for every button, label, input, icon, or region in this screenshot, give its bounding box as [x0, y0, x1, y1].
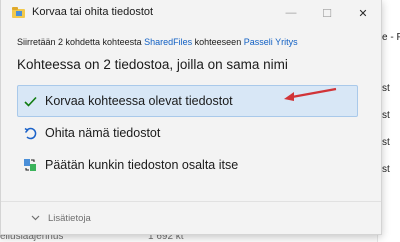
more-details-toggle[interactable]: Lisätietoja — [31, 213, 91, 224]
replace-or-skip-dialog: Korvaa tai ohita tiedostot — ☐ ✕ Siirret… — [0, 0, 382, 235]
source-folder-link[interactable]: SharedFiles — [144, 37, 192, 47]
maximize-button[interactable]: ☐ — [309, 0, 345, 26]
replace-files-label: Korvaa kohteessa olevat tiedostot — [45, 94, 233, 108]
move-summary-prefix: Siirretään 2 kohdetta kohteesta — [17, 37, 142, 47]
maximize-icon: ☐ — [322, 7, 332, 20]
skip-files-label: Ohita nämä tiedostot — [45, 126, 161, 140]
move-summary: Siirretään 2 kohdetta kohteesta SharedFi… — [17, 37, 298, 47]
close-icon: ✕ — [358, 7, 368, 20]
skip-files-option[interactable]: Ohita nämä tiedostot — [17, 117, 358, 149]
chevron-down-icon — [31, 213, 40, 224]
right-edge-text: st — [382, 83, 390, 94]
right-edge-text: st — [382, 164, 390, 175]
compare-files-icon — [23, 158, 37, 172]
folder-copy-icon — [12, 7, 25, 18]
dialog-title: Korvaa tai ohita tiedostot — [32, 6, 154, 18]
minimize-icon: — — [285, 7, 297, 19]
right-edge-text: st — [382, 137, 390, 148]
decide-each-label: Päätän kunkin tiedoston osalta itse — [45, 158, 239, 172]
decide-each-option[interactable]: Päätän kunkin tiedoston osalta itse — [17, 149, 358, 181]
conflict-heading: Kohteessa on 2 tiedostoa, joilla on sama… — [17, 57, 288, 72]
checkmark-icon — [23, 94, 37, 108]
right-edge-text: e - P — [382, 32, 400, 43]
right-edge-text: st — [382, 110, 390, 121]
title-bar: Korvaa tai ohita tiedostot — ☐ ✕ — [1, 0, 381, 26]
more-details-label: Lisätietoja — [48, 213, 91, 224]
destination-folder-link[interactable]: Passeli Yritys — [244, 37, 298, 47]
move-summary-middle: kohteeseen — [194, 37, 242, 47]
skip-undo-icon — [23, 126, 37, 140]
footer-divider — [1, 201, 381, 202]
annotation-arrow-icon — [284, 87, 337, 101]
close-button[interactable]: ✕ — [345, 0, 381, 26]
minimize-button[interactable]: — — [273, 0, 309, 26]
